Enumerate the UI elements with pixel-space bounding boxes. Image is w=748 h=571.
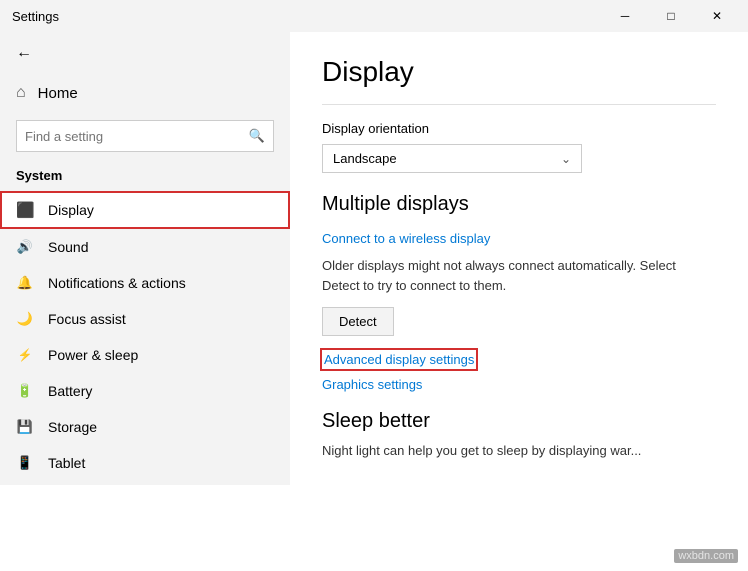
settings-title: Settings [12, 9, 59, 24]
multiple-displays-title: Multiple displays [322, 193, 716, 216]
back-arrow-icon: ← [16, 44, 32, 62]
maximize-button[interactable]: □ [648, 0, 694, 32]
display-label: Display [48, 202, 94, 218]
title-bar-controls: ─ □ ✕ [602, 0, 740, 32]
sidebar-item-home[interactable]: ⌂ Home [0, 74, 290, 112]
sidebar-item-display[interactable]: ⬛ Display [0, 191, 290, 229]
sidebar-section-label: System [0, 164, 290, 191]
advanced-display-settings-link[interactable]: Advanced display settings [322, 350, 476, 369]
sidebar: ← ⌂ Home 🔍 System ⬛ Display 🔊 Sound [0, 32, 290, 485]
sidebar-item-storage[interactable]: 💾 Storage [0, 409, 290, 445]
title-bar-left: Settings [12, 9, 59, 24]
sidebar-item-battery[interactable]: 🔋 Battery [0, 373, 290, 409]
search-input[interactable] [25, 129, 249, 144]
storage-label: Storage [48, 419, 97, 435]
orientation-dropdown[interactable]: Landscape ⌄ [322, 144, 582, 173]
main-content: Display Display orientation Landscape ⌄ … [290, 32, 748, 485]
display-icon: ⬛ [16, 201, 34, 219]
watermark: wxbdn.com [674, 549, 738, 563]
title-bar: Settings ─ □ ✕ [0, 0, 748, 32]
close-button[interactable]: ✕ [694, 0, 740, 32]
detect-button[interactable]: Detect [322, 307, 394, 336]
orientation-label: Display orientation [322, 121, 716, 136]
sidebar-item-tablet[interactable]: 📱 Tablet [0, 445, 290, 481]
focus-icon: 🌙 [16, 311, 34, 327]
title-divider [322, 104, 716, 105]
app-body: ← ⌂ Home 🔍 System ⬛ Display 🔊 Sound [0, 32, 748, 485]
sidebar-item-sound[interactable]: 🔊 Sound [0, 229, 290, 265]
power-icon: ⚡ [16, 348, 34, 362]
search-box[interactable]: 🔍 [16, 120, 274, 152]
sound-label: Sound [48, 239, 88, 255]
minimize-button[interactable]: ─ [602, 0, 648, 32]
notifications-icon: 🔔 [16, 275, 34, 291]
focus-label: Focus assist [48, 311, 126, 327]
sleep-title: Sleep better [322, 410, 716, 433]
graphics-settings-link[interactable]: Graphics settings [322, 377, 422, 392]
sound-icon: 🔊 [16, 239, 34, 255]
search-icon: 🔍 [249, 128, 265, 144]
multiple-displays-description: Older displays might not always connect … [322, 256, 702, 295]
tablet-label: Tablet [48, 455, 85, 471]
sidebar-item-focus[interactable]: 🌙 Focus assist [0, 301, 290, 337]
notifications-label: Notifications & actions [48, 275, 186, 291]
home-label: Home [38, 85, 78, 102]
back-button[interactable]: ← [0, 32, 290, 74]
storage-icon: 💾 [16, 419, 34, 435]
battery-icon: 🔋 [16, 383, 34, 399]
tablet-icon: 📱 [16, 455, 34, 471]
home-icon: ⌂ [16, 84, 26, 102]
wireless-display-link[interactable]: Connect to a wireless display [322, 231, 490, 246]
sidebar-item-notifications[interactable]: 🔔 Notifications & actions [0, 265, 290, 301]
sidebar-item-power[interactable]: ⚡ Power & sleep [0, 337, 290, 373]
chevron-down-icon: ⌄ [561, 152, 571, 166]
orientation-value: Landscape [333, 151, 397, 166]
power-label: Power & sleep [48, 347, 138, 363]
page-title: Display [322, 56, 716, 88]
sleep-description: Night light can help you get to sleep by… [322, 441, 716, 461]
battery-label: Battery [48, 383, 92, 399]
